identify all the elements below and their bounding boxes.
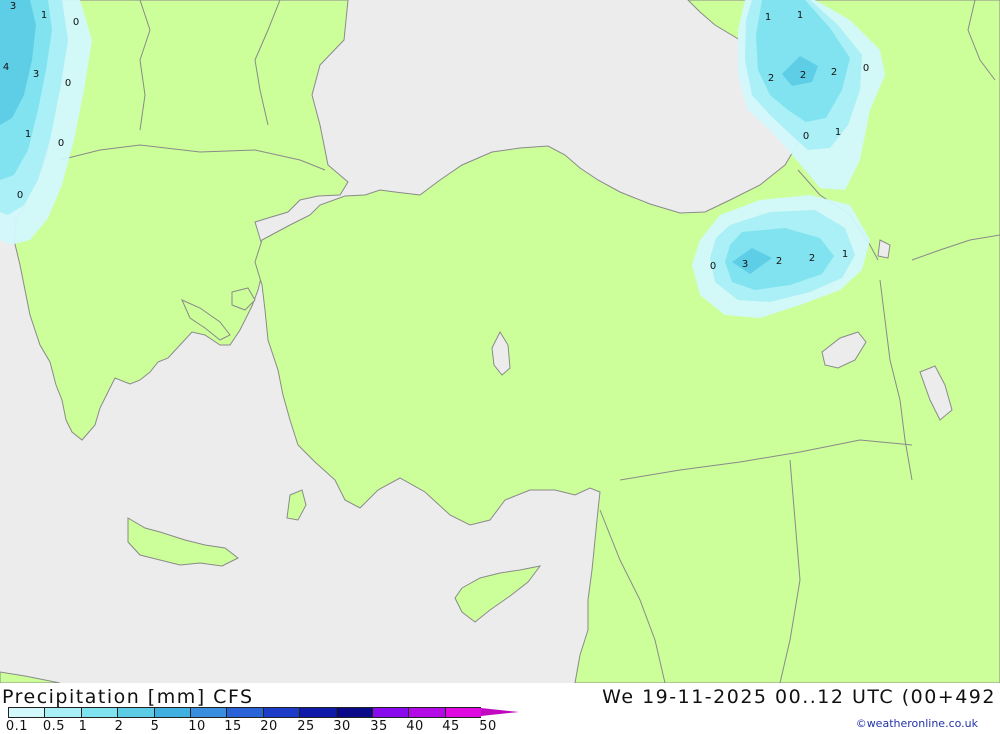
legend-tick-label: 35: [370, 719, 388, 734]
contour-label: 1: [25, 129, 31, 140]
legend-swatch: [80, 707, 118, 718]
legend-arrow: [481, 708, 520, 716]
contour-label: 1: [842, 249, 848, 260]
forecast-timestamp: We 19-11-2025 00..12 UTC (00+492: [602, 686, 996, 708]
legend-tick-label: 45: [442, 719, 460, 734]
legend-tick-label: 30: [333, 719, 351, 734]
precipitation-map: 3 1 0 4 3 0 1 0 0 1 1 2 2 2 0 0 1 0 3 2 …: [0, 0, 1000, 683]
legend-swatch: [8, 707, 45, 718]
legend-tick-label: 10: [188, 719, 206, 734]
contour-label: 3: [10, 1, 16, 12]
contour-label: 0: [863, 63, 869, 74]
map-title: Precipitation [mm] CFS: [2, 686, 254, 708]
contour-label: 4: [3, 62, 9, 73]
contour-label: 0: [710, 261, 716, 272]
contour-label: 2: [776, 256, 782, 267]
contour-label: 1: [797, 10, 803, 21]
contour-label: 1: [41, 10, 47, 21]
legend-swatch: [226, 707, 263, 718]
contour-label: 2: [831, 67, 837, 78]
contour-label: 1: [835, 127, 841, 138]
legend-tick-label: 0.1: [5, 719, 29, 734]
legend-swatch: [408, 707, 445, 718]
contour-label: 2: [768, 73, 774, 84]
legend-swatch: [189, 707, 227, 718]
legend-tick-label: 2: [114, 719, 124, 734]
legend-swatch: [444, 707, 482, 718]
legend-swatch: [44, 707, 81, 718]
contour-label: 3: [742, 259, 748, 270]
contour-label: 0: [17, 190, 23, 201]
legend-tick-label: 0.5: [42, 719, 66, 734]
legend-swatch: [262, 707, 300, 718]
contour-label: 0: [65, 78, 71, 89]
legend-swatch: [335, 707, 372, 718]
contour-label: 2: [809, 253, 815, 264]
contour-label: 1: [765, 12, 771, 23]
contour-label: 0: [803, 131, 809, 142]
legend-tick-label: 15: [224, 719, 242, 734]
contour-label: 2: [800, 70, 806, 81]
map-footer: Precipitation [mm] CFS We 19-11-2025 00.…: [0, 683, 1000, 734]
legend-tick-label: 20: [260, 719, 278, 734]
contour-label: 3: [33, 69, 39, 80]
legend-tick-label: 50: [479, 719, 497, 734]
legend-tick-label: 5: [150, 719, 160, 734]
contour-label: 0: [73, 17, 79, 28]
legend-tick-label: 25: [297, 719, 315, 734]
color-legend: [8, 707, 520, 718]
legend-swatch: [299, 707, 336, 718]
legend-tick-label: 1: [78, 719, 88, 734]
legend-swatch: [117, 707, 154, 718]
legend-swatch: [371, 707, 409, 718]
legend-tick-label: 40: [406, 719, 424, 734]
legend-swatch: [153, 707, 190, 718]
source-credit[interactable]: ©weatheronline.co.uk: [856, 717, 978, 730]
legend-tick-labels: 0.1 0.5 1 2 5 10 15 20 25 30 35 40 45 50: [0, 719, 530, 734]
contour-label: 0: [58, 138, 64, 149]
